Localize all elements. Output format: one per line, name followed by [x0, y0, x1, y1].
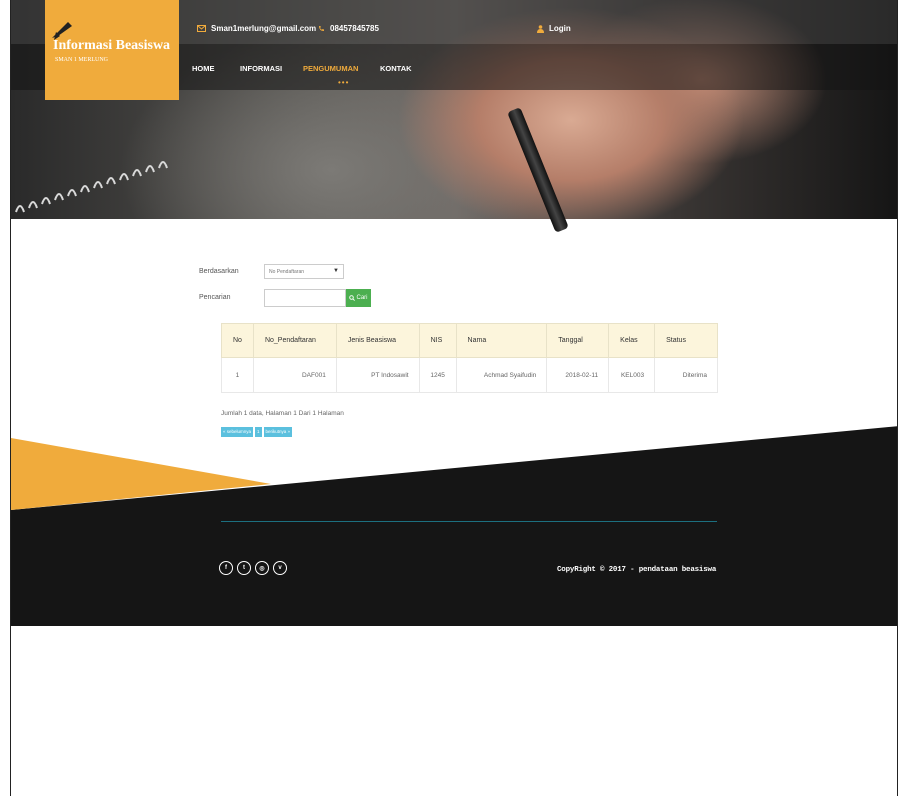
- email-contact[interactable]: Sman1merlung@gmail.com: [197, 24, 316, 33]
- pagination-summary: Jumlah 1 data, Halaman 1 Dari 1 Halaman: [221, 410, 344, 417]
- pen-image: [507, 107, 569, 233]
- search-button[interactable]: Cari: [346, 289, 371, 307]
- col-no-pendaftaran: No_Pendaftaran: [252, 323, 337, 358]
- brand-title: Informasi Beasiswa: [53, 38, 171, 53]
- nav-kontak[interactable]: KONTAK: [380, 64, 412, 73]
- footer-background: [11, 426, 897, 626]
- active-indicator: •••: [338, 78, 350, 87]
- table-row: 1 DAF001 PT Indosawit 1245 Achmad Syaifu…: [221, 357, 718, 393]
- cell-no: 1: [221, 357, 254, 393]
- cell-status: Diterima: [654, 357, 718, 393]
- nav-informasi[interactable]: INFORMASI: [240, 64, 282, 73]
- brand-logo[interactable]: Informasi Beasiswa SMAN 1 MERLUNG: [45, 0, 179, 100]
- cell-nama: Achmad Syaifudin: [455, 357, 548, 393]
- footer-divider: [221, 521, 717, 522]
- col-nama: Nama: [455, 323, 548, 358]
- user-icon: [537, 24, 544, 33]
- nav-home[interactable]: HOME: [192, 64, 215, 73]
- col-nis: NIS: [418, 323, 457, 358]
- filter-by-value: No Pendaftaran: [269, 269, 305, 275]
- col-status: Status: [654, 323, 718, 358]
- page-frame: Informasi Beasiswa SMAN 1 MERLUNG Sman1m…: [10, 0, 898, 796]
- col-kelas: Kelas: [608, 323, 656, 358]
- cell-kelas: KEL003: [608, 357, 656, 393]
- table-header-row: No No_Pendaftaran Jenis Beasiswa NIS Nam…: [221, 323, 718, 358]
- filter-by-select[interactable]: No Pendaftaran ▼: [264, 264, 344, 279]
- chevron-down-icon: ▼: [333, 268, 339, 274]
- email-text: Sman1merlung@gmail.com: [211, 24, 317, 33]
- results-table: No No_Pendaftaran Jenis Beasiswa NIS Nam…: [221, 323, 718, 393]
- social-links: f t ◎ v: [219, 561, 287, 575]
- phone-contact[interactable]: 08457845785: [318, 24, 379, 33]
- brand-subtitle: SMAN 1 MERLUNG: [55, 57, 109, 63]
- col-no: No: [221, 323, 254, 358]
- envelope-icon: [197, 25, 206, 32]
- login-link[interactable]: Login: [537, 24, 571, 33]
- filter-by-label: Berdasarkan: [199, 268, 239, 275]
- search-button-label: Cari: [356, 295, 368, 301]
- cell-tanggal: 2018-02-11: [546, 357, 610, 393]
- phone-text: 08457845785: [330, 24, 379, 33]
- instagram-icon[interactable]: ◎: [255, 561, 269, 575]
- col-jenis-beasiswa: Jenis Beasiswa: [335, 323, 420, 358]
- phone-icon: [319, 26, 324, 31]
- cell-no-pendaftaran: DAF001: [252, 357, 337, 393]
- search-input[interactable]: [264, 289, 346, 307]
- twitter-icon[interactable]: t: [237, 561, 251, 575]
- search-icon: [349, 295, 356, 301]
- notebook-spiral-image: [15, 161, 168, 213]
- col-tanggal: Tanggal: [546, 323, 610, 358]
- cell-jenis-beasiswa: PT Indosawit: [335, 357, 420, 393]
- vimeo-icon[interactable]: v: [273, 561, 287, 575]
- copyright-text: CopyRight © 2017 - pendataan beasiswa: [557, 566, 717, 574]
- cell-nis: 1245: [418, 357, 457, 393]
- nav-pengumuman[interactable]: PENGUMUMAN: [303, 64, 358, 73]
- login-text: Login: [549, 24, 571, 33]
- search-label: Pencarian: [199, 294, 231, 301]
- facebook-icon[interactable]: f: [219, 561, 233, 575]
